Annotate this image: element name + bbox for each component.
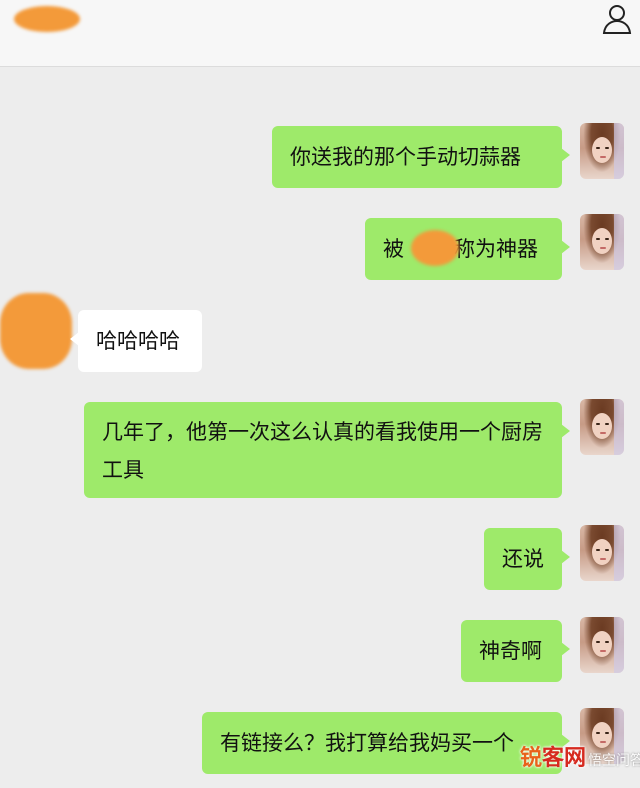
message-bubble-outgoing[interactable]: 你送我的那个手动切蒜器 <box>272 126 570 188</box>
message-text: 还说 <box>502 547 544 571</box>
message-bubble-outgoing[interactable]: 有链接么？我打算给我妈买一个 <box>202 712 570 774</box>
message-bubble-incoming[interactable]: 哈哈哈哈 <box>70 310 202 372</box>
redacted-contact-avatar <box>0 293 72 369</box>
chat-header <box>0 0 640 67</box>
message-text: 神奇啊 <box>479 639 542 663</box>
my-avatar[interactable] <box>580 214 624 270</box>
my-avatar[interactable] <box>580 525 624 581</box>
message-bubble-outgoing[interactable]: 神奇啊 <box>461 620 570 682</box>
watermark-logo: 锐客网 悟空问答 <box>520 740 640 780</box>
person-icon[interactable] <box>600 2 634 36</box>
message-bubble-outgoing[interactable]: 几年了，他第一次这么认真的看我使用一个厨房工具 <box>84 402 570 498</box>
message-text: 哈哈哈哈 <box>96 329 180 353</box>
message-text-before: 被 <box>383 237 404 261</box>
my-avatar[interactable] <box>580 123 624 179</box>
my-avatar[interactable] <box>580 617 624 673</box>
redacted-contact-name <box>14 6 80 32</box>
my-avatar[interactable] <box>580 399 624 455</box>
watermark-part-2: 客网 <box>542 746 587 771</box>
message-text: 几年了，他第一次这么认真的看我使用一个厨房工具 <box>102 420 543 482</box>
message-bubble-outgoing[interactable]: 还说 <box>484 528 570 590</box>
message-bubble-outgoing[interactable]: 被 称为神器 <box>365 218 570 280</box>
watermark-part-1: 锐 <box>520 746 543 771</box>
message-text: 你送我的那个手动切蒜器 <box>290 145 521 169</box>
watermark-part-3: 悟空问答 <box>588 753 640 769</box>
redacted-name-in-message <box>411 230 459 266</box>
message-text: 有链接么？我打算给我妈买一个 <box>220 731 514 755</box>
message-text-after: 称为神器 <box>454 237 538 261</box>
